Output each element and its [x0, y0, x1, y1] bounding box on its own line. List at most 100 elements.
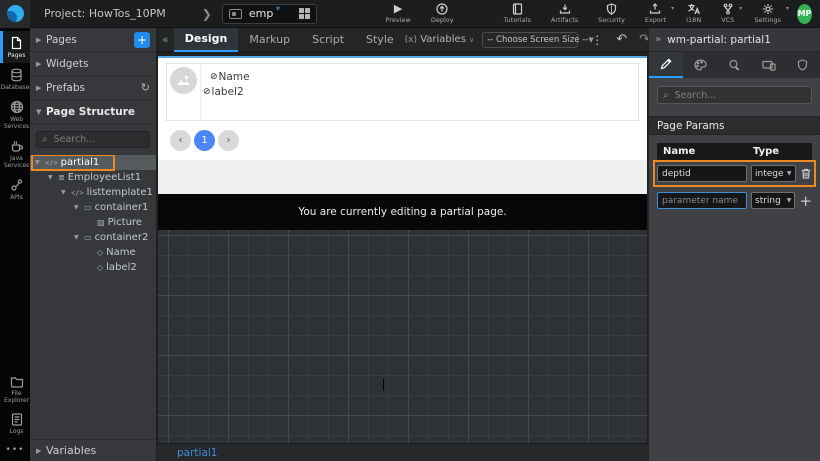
open-page-tab[interactable]: emp * [222, 4, 317, 24]
rail-item-logs[interactable]: Logs [0, 408, 30, 439]
undo-button[interactable]: ↶ [610, 32, 633, 47]
caret-right-icon: ▶ [36, 447, 46, 455]
tutorials-button[interactable]: Tutorials [504, 3, 531, 24]
bind-icon: ⊘ [203, 87, 211, 97]
security-button[interactable]: Security [598, 3, 625, 24]
tree-item-container1[interactable]: ▼ ▭ container1 [30, 200, 156, 215]
param-name-input[interactable] [657, 165, 747, 182]
pagination-page-1[interactable]: 1 [194, 130, 215, 151]
page-switcher-icon[interactable] [299, 8, 310, 19]
container-icon: ▭ [84, 233, 92, 243]
structure-search[interactable]: ⌕ [36, 131, 150, 148]
pagination-next-button[interactable]: › [218, 130, 239, 151]
add-page-button[interactable]: + [134, 32, 150, 48]
collapse-left-panel-icon[interactable]: « [157, 33, 174, 46]
wavemaker-logo-icon [7, 5, 24, 22]
screen-size-select[interactable]: -- Choose Screen Size -- ▼ [482, 32, 578, 48]
bind-icon: ⊘ [210, 72, 218, 82]
add-param-button[interactable]: + [799, 192, 812, 210]
refresh-icon[interactable]: ↻ [141, 81, 150, 94]
tree-item-container2[interactable]: ▼ ▭ container2 [30, 230, 156, 245]
more-options-icon[interactable]: ⋮ [584, 33, 610, 47]
page-params-table: Name Type intege ▼ [657, 143, 812, 214]
tab-script[interactable]: Script [301, 28, 355, 52]
page-tab-label: emp [249, 7, 273, 20]
section-prefabs[interactable]: ▶ Prefabs ↻ [30, 76, 156, 100]
properties-search-input[interactable] [673, 89, 806, 102]
page-preview-icon [229, 9, 242, 19]
tab-design[interactable]: Design [174, 28, 239, 52]
page-params-section-header[interactable]: Page Params [649, 116, 820, 135]
tree-item-name[interactable]: ◇ Name [30, 245, 156, 260]
tree-item-label2[interactable]: ◇ label2 [30, 260, 156, 275]
vcs-button[interactable]: VCS ▾ [721, 3, 734, 24]
project-name[interactable]: Project: HowTos_10PM [30, 7, 176, 20]
database-icon [10, 68, 23, 82]
unsaved-indicator: * [275, 5, 280, 16]
tree-item-employeelist1[interactable]: ▼ ≣ EmployeeList1 [30, 170, 156, 185]
trash-icon [801, 168, 811, 179]
tree-item-partial1[interactable]: ▼ </> partial1 [30, 155, 156, 170]
download-tray-icon [559, 3, 571, 15]
chevron-right-icon[interactable]: ❯ [202, 7, 212, 21]
settings-button[interactable]: Settings ▾ [754, 3, 781, 24]
preview-button[interactable]: ▶ Preview [386, 3, 411, 24]
rail-item-pages[interactable]: Pages [0, 31, 30, 63]
caret-right-icon: ▶ [36, 84, 46, 92]
section-pages[interactable]: ▶ Pages + [30, 28, 156, 52]
rail-more-button[interactable]: ••• [0, 439, 30, 461]
user-avatar[interactable]: MP [797, 4, 812, 24]
new-param-name-input[interactable] [657, 192, 747, 209]
section-widgets[interactable]: ▶ Widgets [30, 52, 156, 76]
table-header: Name Type [657, 143, 812, 160]
picture-widget[interactable] [167, 64, 201, 120]
editor-status-bar: partial1 [157, 443, 648, 461]
tree-item-picture[interactable]: ▨ Picture [30, 215, 156, 230]
tab-inspect[interactable] [717, 52, 751, 78]
template-icon: </> [71, 188, 84, 198]
properties-search[interactable]: ⌕ [657, 86, 812, 104]
tab-security-roles[interactable] [786, 52, 820, 78]
label2-widget[interactable]: ⊘ label2 [203, 86, 244, 98]
canvas-grid[interactable] [158, 230, 647, 443]
caret-right-icon: ▶ [36, 36, 46, 44]
properties-tabs [649, 52, 820, 78]
tab-properties[interactable] [649, 52, 683, 78]
app-logo[interactable] [0, 0, 30, 28]
active-partial-link[interactable]: partial1 [177, 447, 217, 459]
tab-devices[interactable] [752, 52, 786, 78]
tab-styles[interactable] [683, 52, 717, 78]
search-icon: ⌕ [42, 134, 48, 145]
param-type-select[interactable]: intege ▼ [751, 165, 796, 182]
deploy-button[interactable]: Deploy [431, 3, 454, 24]
rail-item-databases[interactable]: Databases [0, 63, 30, 95]
new-param-type-select[interactable]: string ▼ [751, 192, 795, 209]
book-icon [512, 3, 523, 15]
rail-item-java-services[interactable]: Java Services [0, 134, 30, 173]
page-icon [10, 36, 23, 50]
gear-icon [762, 3, 774, 15]
rail-item-web-services[interactable]: Web Services [0, 95, 30, 134]
structure-search-input[interactable] [52, 133, 144, 146]
rail-item-apis[interactable]: APIs [0, 173, 30, 205]
i18n-button[interactable]: I18N [686, 3, 701, 24]
pagination-prev-button[interactable]: ‹ [170, 130, 191, 151]
collapse-right-panel-icon[interactable]: » [655, 34, 661, 45]
shield-outline-icon [797, 59, 808, 71]
section-page-structure[interactable]: ▼ Page Structure [30, 100, 156, 124]
tab-markup[interactable]: Markup [238, 28, 301, 52]
tree-item-listtemplate1[interactable]: ▼ </> listtemplate1 [30, 185, 156, 200]
image-placeholder-icon [170, 67, 197, 94]
caret-down-icon: ▼ [74, 234, 84, 241]
artifacts-button[interactable]: Artifacts [551, 3, 578, 24]
delete-param-button[interactable] [800, 168, 812, 179]
rail-item-file-explorer[interactable]: File Explorer [0, 371, 30, 408]
list-item-template[interactable]: ⊘ Name ⊘ label2 [166, 63, 639, 121]
folder-icon [10, 376, 24, 388]
shield-icon [606, 3, 617, 15]
name-label-widget[interactable]: ⊘ Name [210, 71, 250, 83]
export-button[interactable]: Export ▾ [645, 3, 666, 24]
section-variables[interactable]: ▶ Variables [30, 439, 156, 461]
tab-style[interactable]: Style [355, 28, 405, 52]
variables-dropdown[interactable]: (x) Variables ∨ [405, 34, 475, 45]
